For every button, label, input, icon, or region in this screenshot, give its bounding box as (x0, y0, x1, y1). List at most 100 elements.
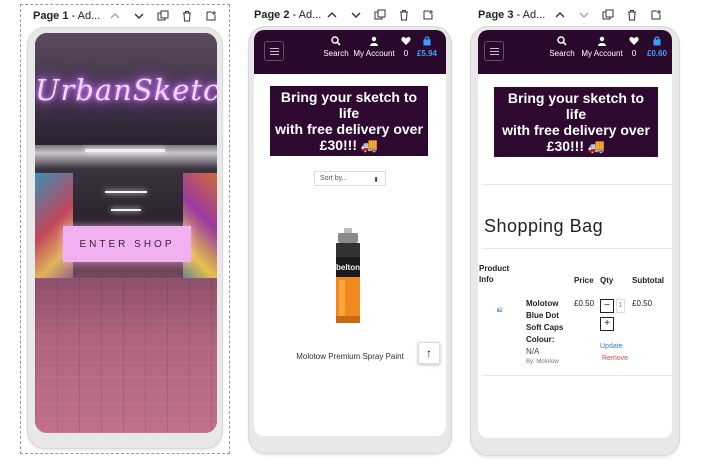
decrease-qty-button[interactable]: − (600, 299, 614, 313)
listing-screen: Search My Account 0 £5.94 Bring your ske… (254, 30, 446, 436)
sort-select[interactable]: Sort by... ⬍ (314, 171, 386, 186)
product-name[interactable]: Molotow Premium Spray Paint (290, 352, 410, 361)
phone-frame: UrbanSketch ENTER SHOP (27, 27, 223, 449)
page-1-controls (103, 9, 223, 23)
product-thumbnail[interactable] (496, 306, 504, 314)
account-label: My Account (353, 49, 395, 58)
account-nav[interactable]: My Account (578, 36, 626, 58)
search-label: Search (323, 49, 349, 58)
wishlist-nav[interactable]: 0 (628, 36, 640, 58)
add-page-icon[interactable] (416, 8, 440, 22)
banner-line: with free delivery over (502, 122, 650, 138)
col-qty: Qty (600, 276, 614, 285)
page-title: Shopping Bag (484, 216, 604, 236)
cart-total: £0.60 (646, 49, 668, 58)
account-nav[interactable]: My Account (350, 36, 398, 58)
duplicate-icon[interactable] (151, 9, 175, 23)
page-1-header: Page 1 - Ad... (33, 5, 100, 27)
sort-placeholder: Sort by... (320, 175, 348, 182)
page-1-label[interactable]: Page 1 - Ad... (33, 10, 100, 22)
increase-qty-button[interactable]: + (600, 317, 614, 331)
banner-line: Bring your sketch to life (507, 90, 645, 122)
search-nav[interactable]: Search (322, 36, 350, 58)
product-name[interactable]: Molotow (526, 298, 574, 310)
promo-banner: Bring your sketch to life with free deli… (494, 87, 658, 157)
heart-icon (629, 36, 639, 45)
row-divider (482, 375, 672, 376)
chevron-down-icon[interactable] (572, 8, 596, 22)
ceiling-light (105, 191, 147, 193)
section-divider (482, 184, 672, 185)
col-product-info: Product Info (479, 264, 510, 284)
qty-input[interactable]: 1 (616, 299, 625, 313)
user-icon (598, 36, 606, 46)
tunnel-floor (35, 278, 217, 433)
banner-line: with free delivery over (275, 121, 423, 137)
trash-icon[interactable] (175, 9, 199, 23)
back-to-top-button[interactable]: ↑ (418, 342, 440, 364)
shop-header: Search My Account 0 £0.60 (478, 30, 672, 74)
page-2-controls (320, 8, 440, 22)
remove-link[interactable]: Remove (602, 355, 628, 362)
shop-header: Search My Account 0 £5.94 (254, 30, 446, 74)
cart-total: £5.94 (416, 49, 438, 58)
ceiling-light (111, 209, 141, 211)
cart-nav[interactable]: £0.60 (644, 36, 670, 58)
can-brand-text: belton (336, 263, 360, 272)
search-nav[interactable]: Search (548, 36, 576, 58)
shopping-bag-icon (653, 36, 661, 46)
enter-shop-button[interactable]: ENTER SHOP (63, 226, 191, 262)
chevron-down-icon[interactable] (127, 9, 151, 23)
product-info: Molotow Blue Dot Soft Caps Colour: N/A B… (526, 298, 574, 367)
banner-line: £30!!! 🚚 (546, 138, 606, 154)
cart-nav[interactable]: £5.94 (414, 36, 440, 58)
chevron-up-icon[interactable] (548, 8, 572, 22)
phone-frame: Search My Account 0 £0.60 Bring your ske… (470, 26, 680, 456)
search-icon (557, 36, 567, 46)
brand-logo: UrbanSketch (35, 73, 217, 107)
item-price: £0.50 (574, 299, 595, 308)
select-arrows-icon: ⬍ (373, 177, 379, 184)
promo-banner: Bring your sketch to life with free deli… (270, 86, 428, 156)
shopping-bag-icon (423, 36, 431, 46)
bag-screen: Search My Account 0 £0.60 Bring your ske… (478, 30, 672, 438)
chevron-up-icon[interactable] (320, 8, 344, 22)
section-divider (482, 248, 672, 249)
phone-frame: Search My Account 0 £5.94 Bring your ske… (248, 26, 452, 454)
page-3-header: Page 3 - Ad... (478, 4, 545, 26)
banner-line: £30!!! 🚚 (319, 137, 379, 153)
user-icon (370, 36, 378, 46)
trash-icon[interactable] (620, 8, 644, 22)
wishlist-count: 0 (631, 49, 637, 58)
product-image[interactable]: belton (329, 228, 369, 326)
add-page-icon[interactable] (644, 8, 668, 22)
spray-can-image: belton (336, 228, 360, 323)
page-2-header: Page 2 - Ad... (254, 4, 321, 26)
update-link[interactable]: Update (600, 343, 623, 350)
duplicate-icon[interactable] (596, 8, 620, 22)
search-label: Search (549, 49, 575, 58)
page-2-label[interactable]: Page 2 - Ad... (254, 9, 321, 21)
chevron-down-icon[interactable] (344, 8, 368, 22)
wishlist-nav[interactable]: 0 (400, 36, 412, 58)
landing-screen: UrbanSketch ENTER SHOP (35, 33, 217, 433)
menu-icon[interactable] (484, 41, 504, 61)
add-page-icon[interactable] (199, 9, 223, 23)
chevron-up-icon[interactable] (103, 9, 127, 23)
duplicate-icon[interactable] (368, 8, 392, 22)
page-3: Page 3 - Ad... Search My Account 0 £0.60… (470, 4, 682, 456)
item-subtotal: £0.50 (632, 299, 653, 308)
search-icon (331, 36, 341, 46)
arrow-up-icon: ↑ (426, 346, 432, 360)
wishlist-count: 0 (403, 49, 409, 58)
menu-icon[interactable] (264, 41, 284, 61)
page-3-label[interactable]: Page 3 - Ad... (478, 9, 545, 21)
account-label: My Account (581, 49, 623, 58)
ceiling-light (85, 149, 165, 152)
page-3-controls (548, 8, 668, 22)
banner-line: Bring your sketch to life (280, 89, 418, 121)
page-1: Page 1 - Ad... UrbanSketch ENTER SHOP (20, 4, 230, 454)
heart-icon (401, 36, 411, 45)
col-subtotal: Subtotal (632, 276, 664, 285)
trash-icon[interactable] (392, 8, 416, 22)
